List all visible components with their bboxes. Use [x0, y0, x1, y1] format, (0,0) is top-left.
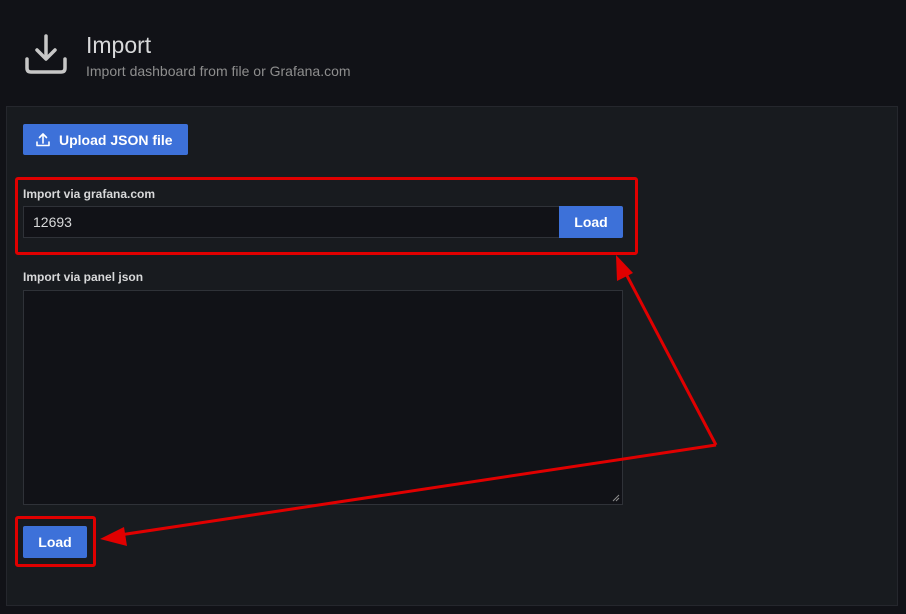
- upload-json-label: Upload JSON file: [59, 131, 173, 148]
- download-icon: [25, 34, 67, 74]
- annotation-box-grafana-com: [15, 177, 638, 255]
- upload-json-button[interactable]: Upload JSON file: [23, 124, 188, 155]
- page-subtitle: Import dashboard from file or Grafana.co…: [86, 63, 351, 79]
- resize-grip-icon[interactable]: [612, 494, 620, 502]
- upload-icon: [36, 132, 50, 146]
- import-page: Import Import dashboard from file or Gra…: [0, 0, 906, 614]
- page-header: Import Import dashboard from file or Gra…: [0, 0, 906, 104]
- panel-json-label: Import via panel json: [23, 270, 144, 284]
- panel-json-textarea[interactable]: [23, 290, 623, 505]
- annotation-box-load: [15, 516, 96, 567]
- page-title: Import: [86, 32, 152, 58]
